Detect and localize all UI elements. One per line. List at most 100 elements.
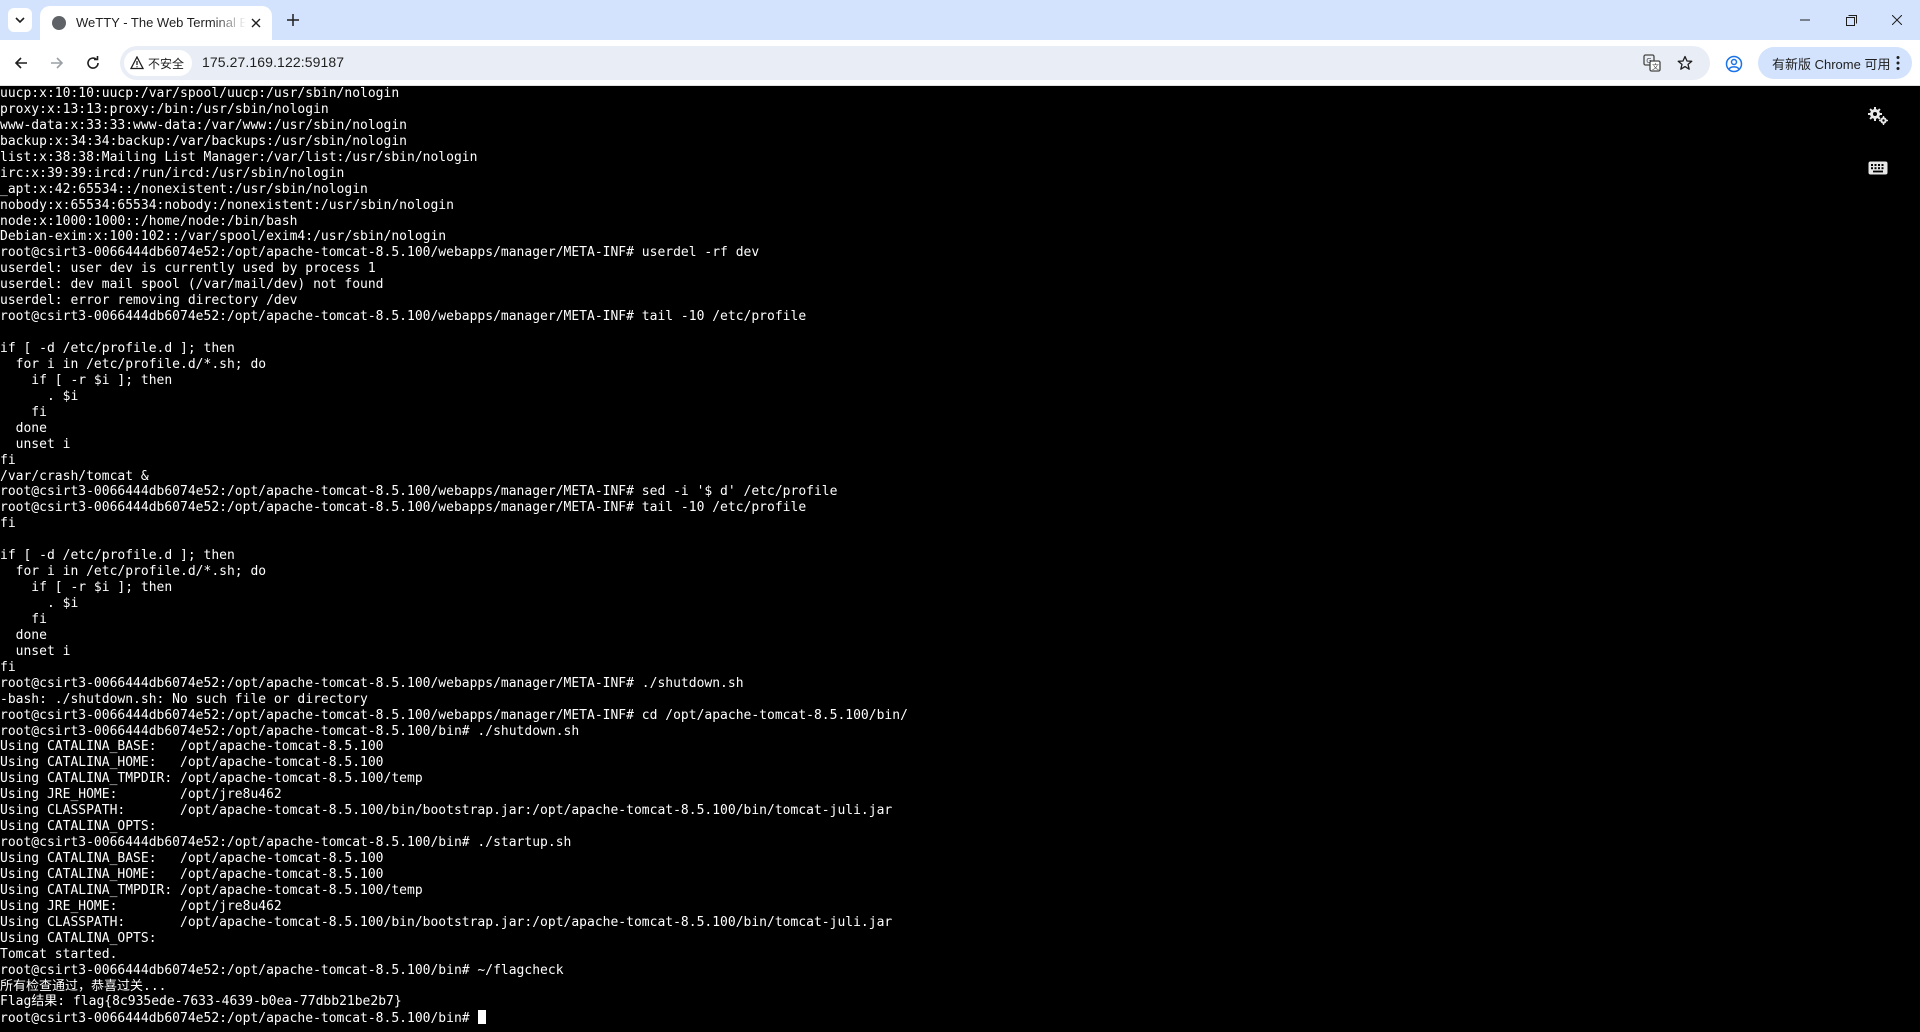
translate-button[interactable]: G文 bbox=[1642, 53, 1662, 73]
terminal-cursor bbox=[478, 1010, 487, 1025]
terminal-settings-button[interactable] bbox=[1866, 104, 1890, 128]
terminal-line-text: root@csirt3-0066444db6074e52:/opt/apache… bbox=[0, 675, 744, 691]
security-chip[interactable]: 不安全 bbox=[124, 50, 193, 76]
terminal-line: Using JRE_HOME: /opt/jre8u462 bbox=[0, 899, 908, 915]
restore-button[interactable] bbox=[1828, 0, 1874, 40]
terminal-line: root@csirt3-0066444db6074e52:/opt/apache… bbox=[0, 484, 908, 500]
terminal-line: root@csirt3-0066444db6074e52:/opt/apache… bbox=[0, 835, 908, 851]
terminal-line-text: Using CATALINA_BASE: /opt/apache-tomcat-… bbox=[0, 851, 384, 866]
bookmark-button[interactable] bbox=[1675, 53, 1695, 73]
browser-toolbar: 不安全 175.27.169.122:59187 G文 有新版 Chrome 可… bbox=[0, 40, 1920, 86]
terminal-line-text: root@csirt3-0066444db6074e52:/opt/apache… bbox=[0, 707, 908, 723]
terminal-line: Using CATALINA_BASE: /opt/apache-tomcat-… bbox=[0, 739, 908, 755]
terminal-line-text: done bbox=[0, 627, 47, 643]
star-icon bbox=[1677, 55, 1693, 70]
terminal-line: nobody:x:65534:65534:nobody:/nonexistent… bbox=[0, 198, 908, 214]
terminal-line-text: fi bbox=[0, 611, 47, 627]
terminal-line-text: unset i bbox=[0, 643, 71, 659]
tab-close-button[interactable] bbox=[247, 14, 265, 32]
more-vert-icon bbox=[1896, 56, 1900, 70]
terminal-line-text: Tomcat started. bbox=[0, 946, 118, 962]
terminal-line: if [ -d /etc/profile.d ]; then bbox=[0, 548, 908, 564]
terminal-line: Debian-exim:x:100:102::/var/spool/exim4:… bbox=[0, 229, 908, 245]
terminal-line: userdel: error removing directory /dev bbox=[0, 293, 908, 309]
terminal-line: fi bbox=[0, 405, 908, 421]
terminal[interactable]: uucp:x:10:10:uucp:/var/spool/uucp:/usr/s… bbox=[0, 86, 1920, 1032]
terminal-line-text: root@csirt3-0066444db6074e52:/opt/apache… bbox=[0, 962, 564, 978]
terminal-line: Using CLASSPATH: /opt/apache-tomcat-8.5.… bbox=[0, 803, 908, 819]
terminal-line: . $i bbox=[0, 389, 908, 405]
terminal-line-text: if [ -d /etc/profile.d ]; then bbox=[0, 341, 235, 356]
terminal-line: /var/crash/tomcat & bbox=[0, 469, 908, 485]
tab-search-button[interactable] bbox=[8, 8, 32, 32]
reload-button[interactable] bbox=[80, 50, 106, 76]
chrome-update-button[interactable]: 有新版 Chrome 可用 bbox=[1758, 47, 1912, 79]
terminal-line: Using CLASSPATH: /opt/apache-tomcat-8.5.… bbox=[0, 915, 908, 931]
terminal-line-text: fi bbox=[0, 404, 47, 420]
minimize-icon bbox=[1800, 19, 1810, 21]
terminal-line: fi bbox=[0, 453, 908, 469]
update-label: 有新版 Chrome 可用 bbox=[1772, 56, 1891, 72]
terminal-line-text: root@csirt3-0066444db6074e52:/opt/apache… bbox=[0, 245, 760, 261]
profile-icon bbox=[1725, 55, 1743, 73]
window-close-button[interactable] bbox=[1874, 0, 1920, 40]
terminal-line: proxy:x:13:13:proxy:/bin:/usr/sbin/nolog… bbox=[0, 102, 908, 118]
active-tab[interactable]: WeTTY - The Web Terminal Emulator bbox=[40, 6, 272, 40]
terminal-line: Using JRE_HOME: /opt/jre8u462 bbox=[0, 787, 908, 803]
new-tab-button[interactable] bbox=[282, 9, 304, 31]
tab-strip: WeTTY - The Web Terminal Emulator bbox=[0, 0, 1920, 40]
terminal-line-text: . $i bbox=[0, 388, 79, 404]
terminal-line: Using CATALINA_OPTS: bbox=[0, 819, 908, 835]
security-label: 不安全 bbox=[148, 56, 185, 71]
terminal-line: unset i bbox=[0, 644, 908, 660]
address-bar[interactable]: 不安全 175.27.169.122:59187 G文 bbox=[120, 46, 1710, 80]
svg-text:文: 文 bbox=[1652, 62, 1659, 71]
arrow-left-icon bbox=[14, 57, 27, 69]
terminal-line: Flag结果: flag{8c935ede-7633-4639-b0ea-77d… bbox=[0, 994, 908, 1010]
terminal-line-text: fi bbox=[0, 659, 16, 675]
terminal-line-text: userdel: error removing directory /dev bbox=[0, 293, 298, 309]
terminal-line: uucp:x:10:10:uucp:/var/spool/uucp:/usr/s… bbox=[0, 86, 908, 102]
close-icon bbox=[251, 18, 261, 28]
terminal-line: root@csirt3-0066444db6074e52:/opt/apache… bbox=[0, 1010, 908, 1026]
chevron-down-icon bbox=[15, 17, 25, 24]
tab-title: WeTTY - The Web Terminal Emulator bbox=[76, 15, 246, 30]
terminal-line: done bbox=[0, 628, 908, 644]
terminal-line-text: uucp:x:10:10:uucp:/var/spool/uucp:/usr/s… bbox=[0, 86, 400, 101]
terminal-line-text: if [ -r $i ]; then bbox=[0, 372, 173, 388]
terminal-line: unset i bbox=[0, 437, 908, 453]
url-text[interactable]: 175.27.169.122:59187 bbox=[202, 54, 344, 70]
terminal-line: if [ -r $i ]; then bbox=[0, 373, 908, 389]
terminal-line-text: Using CATALINA_HOME: /opt/apache-tomcat-… bbox=[0, 755, 384, 771]
translate-icon: G文 bbox=[1643, 54, 1661, 72]
terminal-line: irc:x:39:39:ircd:/run/ircd:/usr/sbin/nol… bbox=[0, 166, 908, 182]
terminal-line-text: userdel: user dev is currently used by p… bbox=[0, 261, 376, 277]
more-menu-button[interactable] bbox=[1892, 53, 1904, 73]
terminal-line-text: _apt:x:42:65534::/nonexistent:/usr/sbin/… bbox=[0, 181, 368, 197]
terminal-line-text: 所有检查通过，恭喜过关... bbox=[0, 978, 167, 994]
terminal-line-text: Using CLASSPATH: /opt/apache-tomcat-8.5.… bbox=[0, 803, 893, 819]
terminal-line: root@csirt3-0066444db6074e52:/opt/apache… bbox=[0, 724, 908, 740]
terminal-line: if [ -r $i ]; then bbox=[0, 580, 908, 596]
arrow-right-icon bbox=[51, 57, 64, 69]
terminal-line: Using CATALINA_BASE: /opt/apache-tomcat-… bbox=[0, 851, 908, 867]
terminal-line: if [ -d /etc/profile.d ]; then bbox=[0, 341, 908, 357]
terminal-line: root@csirt3-0066444db6074e52:/opt/apache… bbox=[0, 245, 908, 261]
terminal-line-text: Debian-exim:x:100:102::/var/spool/exim4:… bbox=[0, 229, 447, 245]
forward-button[interactable] bbox=[44, 50, 70, 76]
terminal-keyboard-button[interactable] bbox=[1866, 156, 1890, 180]
terminal-line: root@csirt3-0066444db6074e52:/opt/apache… bbox=[0, 500, 908, 516]
terminal-line-text: unset i bbox=[0, 436, 71, 452]
terminal-line-text: proxy:x:13:13:proxy:/bin:/usr/sbin/nolog… bbox=[0, 101, 329, 117]
back-button[interactable] bbox=[8, 50, 34, 76]
terminal-line-text: Flag结果: flag{8c935ede-7633-4639-b0ea-77d… bbox=[0, 994, 402, 1010]
terminal-line: www-data:x:33:33:www-data:/var/www:/usr/… bbox=[0, 118, 908, 134]
terminal-line-text: userdel: dev mail spool (/var/mail/dev) … bbox=[0, 277, 384, 293]
terminal-line-text: Using CATALINA_TMPDIR: /opt/apache-tomca… bbox=[0, 771, 423, 787]
terminal-line: Using CATALINA_HOME: /opt/apache-tomcat-… bbox=[0, 755, 908, 771]
terminal-line: for i in /etc/profile.d/*.sh; do bbox=[0, 357, 908, 373]
terminal-line: Tomcat started. bbox=[0, 947, 908, 963]
profile-button[interactable] bbox=[1722, 52, 1746, 76]
minimize-button[interactable] bbox=[1782, 0, 1828, 40]
